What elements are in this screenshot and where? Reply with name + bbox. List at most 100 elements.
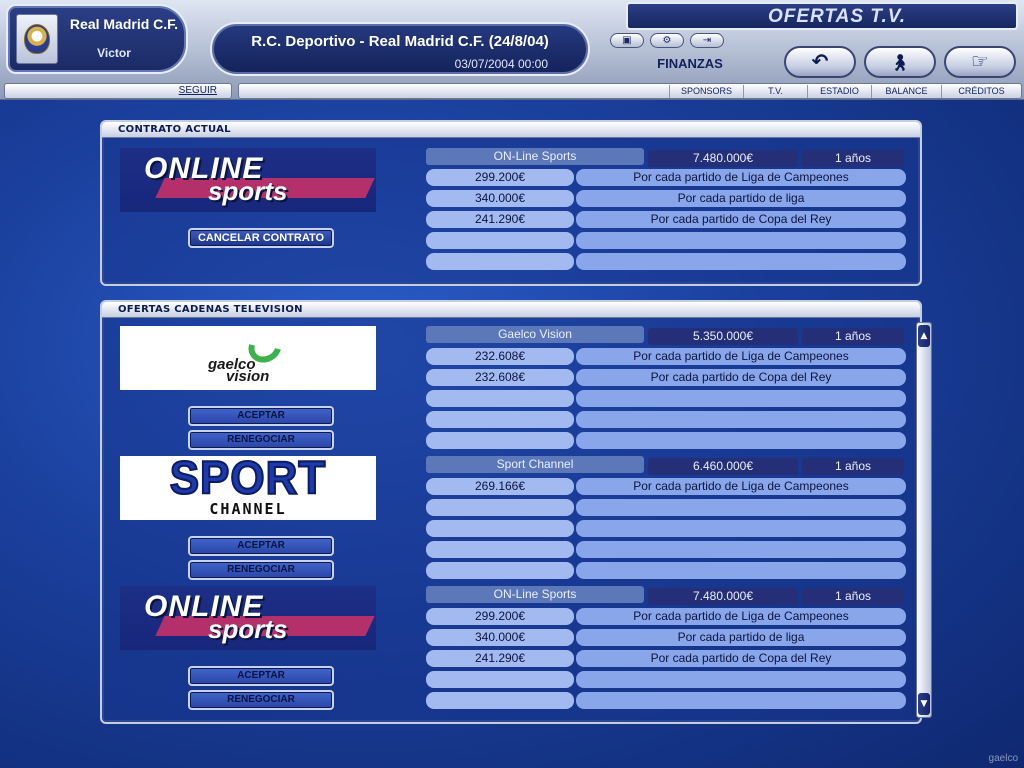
offer-desc: Por cada partido de Liga de Campeones xyxy=(576,169,906,186)
current-contract-panel: CONTRATO ACTUAL ONLINE sports CANCELAR C… xyxy=(100,120,922,286)
walk-button[interactable]: 🚶︎ xyxy=(864,46,936,78)
club-name: Real Madrid C.F. xyxy=(69,16,179,32)
offer-desc: Por cada partido de Copa del Rey xyxy=(576,211,906,228)
walk-icon: 🚶︎ xyxy=(889,53,911,72)
offer-years: 1 años xyxy=(802,458,904,475)
save-icon: ▣ xyxy=(622,35,632,46)
offer-years: 1 años xyxy=(802,328,904,345)
panel-title: CONTRATO ACTUAL xyxy=(118,124,231,135)
offer-amount: 299.200€ xyxy=(426,608,574,625)
scroll-up-icon[interactable]: ▲ xyxy=(918,325,930,347)
seguir-link[interactable]: SEGUIR xyxy=(179,84,217,98)
offer-desc xyxy=(576,562,906,579)
offer-desc: Por cada partido de Copa del Rey xyxy=(576,650,906,667)
offer-total: 6.460.000€ xyxy=(648,458,798,475)
panel-header: OFERTAS CADENAS TELEVISION xyxy=(102,302,920,318)
back-arrow-icon: ↶ xyxy=(811,49,829,73)
offer-desc xyxy=(576,253,906,270)
offer-desc: Por cada partido de Copa del Rey xyxy=(576,369,906,386)
accept-button[interactable]: ACEPTAR xyxy=(188,666,334,686)
offer-amount xyxy=(426,411,574,428)
tab-tv[interactable]: T.V. xyxy=(743,85,807,98)
offer-name: ON-Line Sports xyxy=(426,586,644,603)
sport-channel-logo: SPORT CHANNEL xyxy=(120,456,376,520)
offer-amount: 269.166€ xyxy=(426,478,574,495)
offer-amount xyxy=(426,692,574,709)
offer-desc xyxy=(576,499,906,516)
renegotiate-button[interactable]: RENEGOCIAR xyxy=(188,430,334,450)
online-sports-logo: ONLINE sports xyxy=(120,148,376,212)
options-icon: ⚙ xyxy=(662,35,672,46)
offer-desc xyxy=(576,411,906,428)
offer-desc xyxy=(576,432,906,449)
offer-amount xyxy=(426,562,574,579)
manager-name: Victor xyxy=(97,46,131,60)
tv-offers-panel: OFERTAS CADENAS TELEVISION gaelco vision… xyxy=(100,300,922,724)
offer-desc xyxy=(576,671,906,688)
accept-button[interactable]: ACEPTAR xyxy=(188,536,334,556)
offer-name: Gaelco Vision xyxy=(426,326,644,343)
panel-title: OFERTAS CADENAS TELEVISION xyxy=(118,304,303,315)
offer-total: 7.480.000€ xyxy=(648,588,798,605)
tab-bar: SPONSORS T.V. ESTADIO BALANCE CRÉDITOS xyxy=(238,83,1022,99)
forward-button[interactable]: ☞ xyxy=(944,46,1016,78)
top-bar: Real Madrid C.F. Victor R.C. Deportivo -… xyxy=(0,0,1024,100)
next-match-title: R.C. Deportivo - Real Madrid C.F. (24/8/… xyxy=(251,33,549,50)
section-label: FINANZAS xyxy=(657,56,723,71)
scroll-down-icon[interactable]: ▼ xyxy=(918,693,930,715)
offer-amount: 299.200€ xyxy=(426,169,574,186)
panel-header: CONTRATO ACTUAL xyxy=(102,122,920,138)
offers-scrollbar[interactable]: ▲ ▼ xyxy=(916,322,932,718)
back-button[interactable]: ↶ xyxy=(784,46,856,78)
current-date: 03/07/2004 00:00 xyxy=(454,57,548,71)
screen-title-box: OFERTAS T.V. xyxy=(626,2,1018,30)
tab-balance[interactable]: BALANCE xyxy=(871,85,941,98)
gaelco-watermark: gaelco xyxy=(988,753,1018,764)
club-crest-icon xyxy=(16,14,58,64)
exit-button[interactable]: ⇥ xyxy=(690,33,724,48)
offer-desc: Por cada partido de liga xyxy=(576,190,906,207)
tab-estadio[interactable]: ESTADIO xyxy=(807,85,871,98)
offer-desc: Por cada partido de liga xyxy=(576,629,906,646)
next-match-box[interactable]: R.C. Deportivo - Real Madrid C.F. (24/8/… xyxy=(210,22,590,76)
offer-amount: 241.290€ xyxy=(426,650,574,667)
offer-amount: 232.608€ xyxy=(426,348,574,365)
offer-years: 1 años xyxy=(802,588,904,605)
offer-amount: 232.608€ xyxy=(426,369,574,386)
screen-title: OFERTAS T.V. xyxy=(768,6,906,27)
cancel-contract-button[interactable]: CANCELAR CONTRATO xyxy=(188,228,334,248)
offer-desc xyxy=(576,692,906,709)
exit-icon: ⇥ xyxy=(702,35,712,46)
left-subbar: SEGUIR xyxy=(4,83,232,99)
offer-total: 5.350.000€ xyxy=(648,328,798,345)
gaelco-vision-logo: gaelco vision xyxy=(120,326,376,390)
offer-amount xyxy=(426,541,574,558)
renegotiate-button[interactable]: RENEGOCIAR xyxy=(188,560,334,580)
offer-years: 1 años xyxy=(802,150,904,167)
offer-name: Sport Channel xyxy=(426,456,644,473)
accept-button[interactable]: ACEPTAR xyxy=(188,406,334,426)
offer-desc xyxy=(576,232,906,249)
offer-amount xyxy=(426,671,574,688)
offer-amount: 241.290€ xyxy=(426,211,574,228)
online-sports-logo: ONLINE sports xyxy=(120,586,376,650)
offer-desc: Por cada partido de Liga de Campeones xyxy=(576,348,906,365)
offer-desc: Por cada partido de Liga de Campeones xyxy=(576,478,906,495)
save-button[interactable]: ▣ xyxy=(610,33,644,48)
offer-amount xyxy=(426,499,574,516)
offer-desc xyxy=(576,541,906,558)
tab-creditos[interactable]: CRÉDITOS xyxy=(941,85,1021,98)
offer-desc xyxy=(576,390,906,407)
offer-total: 7.480.000€ xyxy=(648,150,798,167)
options-button[interactable]: ⚙ xyxy=(650,33,684,48)
offer-amount: 340.000€ xyxy=(426,629,574,646)
pointing-hand-icon: ☞ xyxy=(971,49,989,73)
offer-desc xyxy=(576,520,906,537)
offer-amount xyxy=(426,432,574,449)
renegotiate-button[interactable]: RENEGOCIAR xyxy=(188,690,334,710)
offer-amount xyxy=(426,253,574,270)
offer-desc: Por cada partido de Liga de Campeones xyxy=(576,608,906,625)
tab-sponsors[interactable]: SPONSORS xyxy=(669,85,743,98)
offer-amount xyxy=(426,520,574,537)
club-info: Real Madrid C.F. Victor xyxy=(6,4,188,74)
